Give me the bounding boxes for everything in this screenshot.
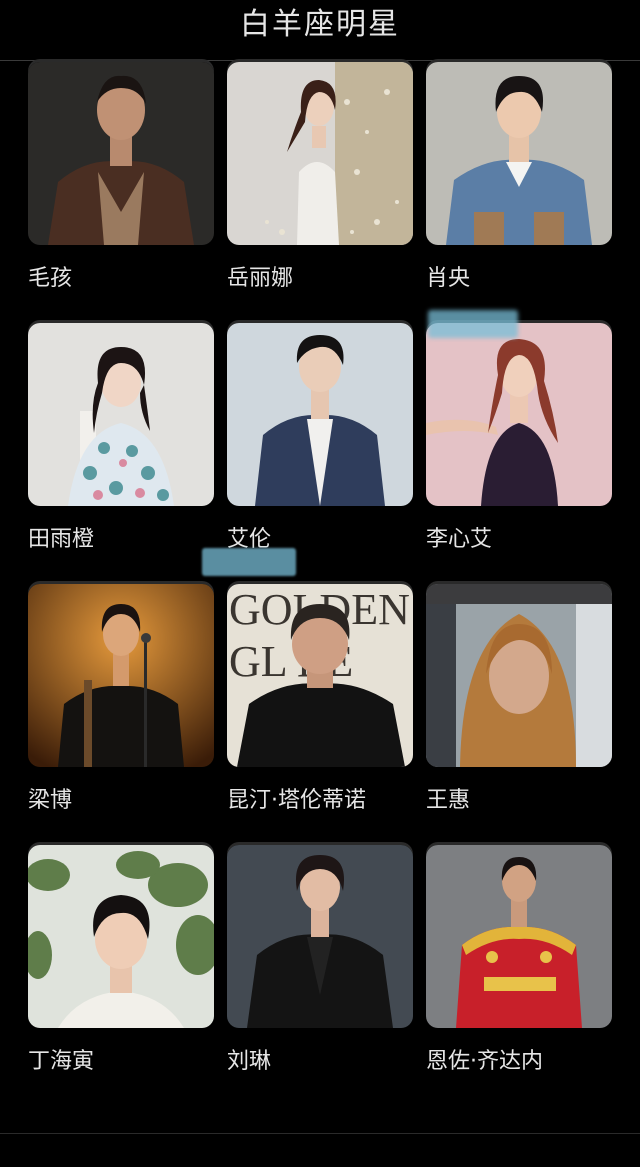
star-photo[interactable]	[28, 584, 214, 767]
page-title: 白羊座明星	[240, 7, 400, 42]
star-photo[interactable]	[426, 845, 612, 1028]
star-photo[interactable]	[426, 323, 612, 506]
star-card[interactable]: GOLDEN GL BE 昆汀·塔伦蒂诺	[227, 584, 413, 845]
star-photo[interactable]	[28, 323, 214, 506]
star-card[interactable]: 田雨橙	[28, 323, 214, 584]
star-card[interactable]: 王惠	[426, 584, 612, 845]
star-photo[interactable]	[28, 845, 214, 1028]
star-photo[interactable]	[227, 845, 413, 1028]
star-name[interactable]: 昆汀·塔伦蒂诺	[227, 782, 366, 814]
star-name[interactable]: 李心艾	[426, 521, 492, 553]
star-name[interactable]: 刘琳	[227, 1043, 271, 1075]
star-name[interactable]: 梁博	[28, 782, 72, 814]
star-card[interactable]: 毛孩	[28, 62, 214, 323]
star-name[interactable]: 王惠	[426, 782, 470, 814]
star-photo[interactable]	[426, 584, 612, 767]
star-card[interactable]: 梁博	[28, 584, 214, 845]
star-card[interactable]: 艾伦	[227, 323, 413, 584]
star-name[interactable]: 恩佐·齐达内	[426, 1043, 543, 1075]
star-photo[interactable]	[28, 62, 214, 245]
star-photo[interactable]: GOLDEN GL BE	[227, 584, 413, 767]
page-header: 白羊座明星	[0, 0, 640, 61]
star-name[interactable]: 岳丽娜	[227, 260, 293, 292]
star-card[interactable]: 李心艾	[426, 323, 612, 584]
star-card[interactable]: 恩佐·齐达内	[426, 845, 612, 1106]
star-name[interactable]: 田雨橙	[28, 521, 94, 553]
star-name[interactable]: 毛孩	[28, 260, 72, 292]
screen-glare	[202, 548, 296, 576]
bottom-divider	[0, 1133, 640, 1134]
star-card[interactable]: 刘琳	[227, 845, 413, 1106]
star-photo[interactable]	[426, 62, 612, 245]
screen-glare	[428, 310, 518, 338]
star-card[interactable]: 岳丽娜	[227, 62, 413, 323]
star-card[interactable]: 肖央	[426, 62, 612, 323]
star-photo[interactable]	[227, 62, 413, 245]
star-name[interactable]: 肖央	[426, 260, 470, 292]
star-photo[interactable]	[227, 323, 413, 506]
star-card[interactable]: 丁海寅	[28, 845, 214, 1106]
star-name[interactable]: 丁海寅	[28, 1043, 94, 1075]
star-grid: 毛孩 岳丽娜 肖央 田雨橙 艾伦 李心艾 梁博 GL BE 昆汀·塔伦蒂诺 王惠…	[28, 62, 618, 1106]
